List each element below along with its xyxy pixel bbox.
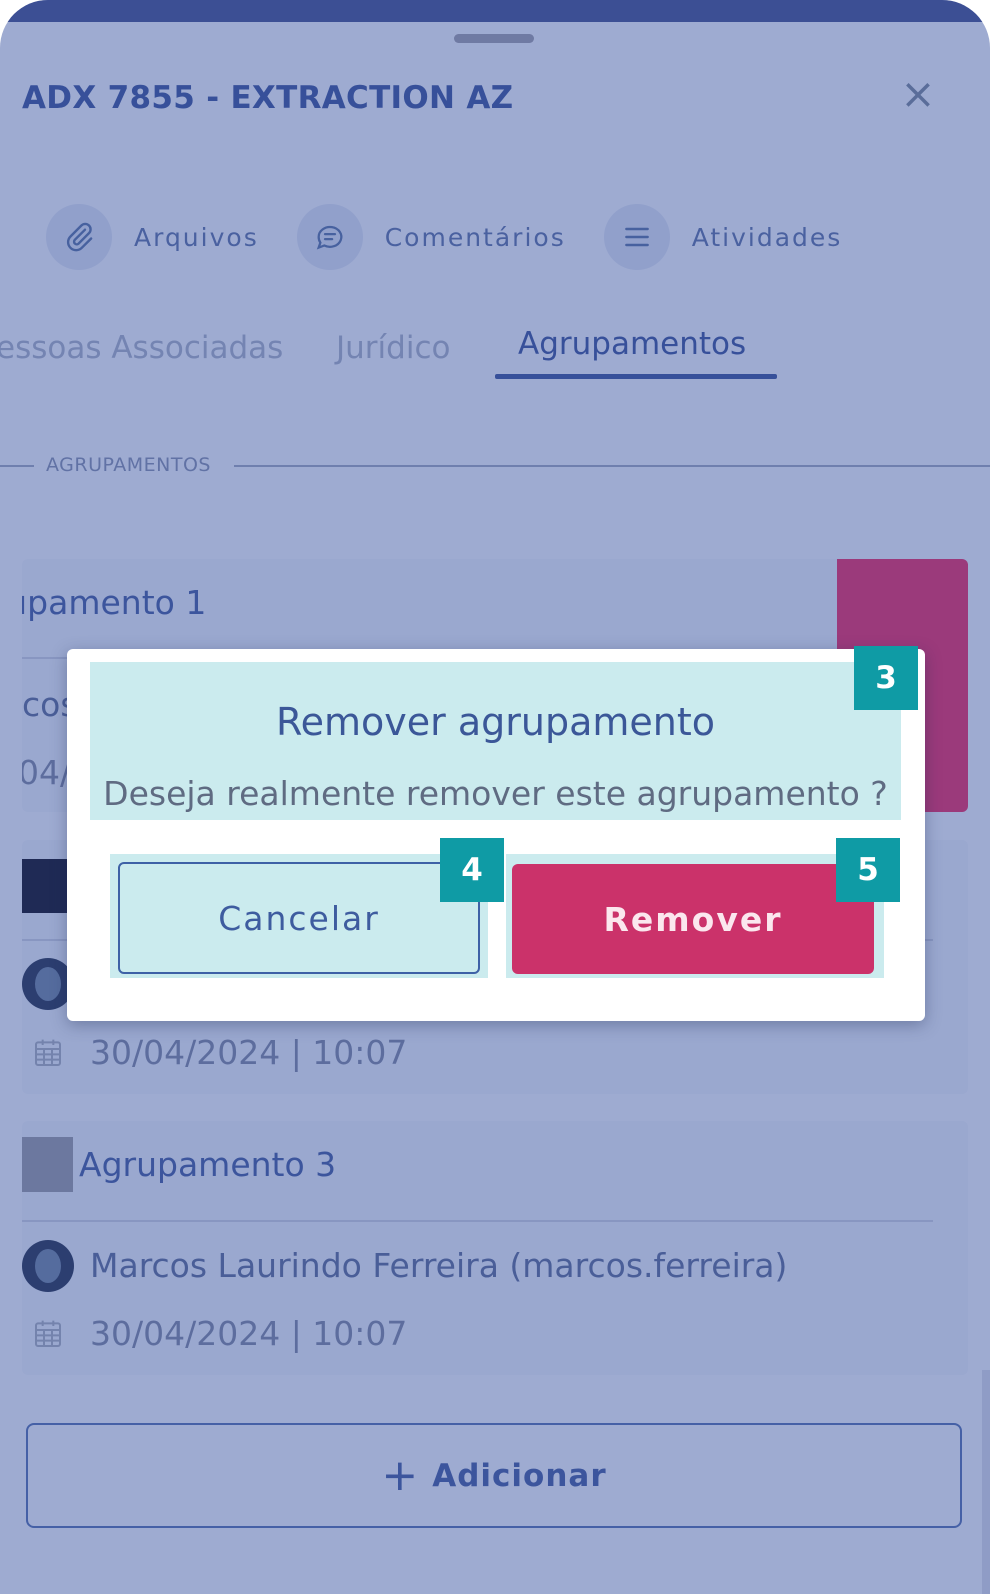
group-color-swatch [22,1137,73,1192]
list-icon [603,204,670,270]
annotation-badge: 4 [440,838,504,902]
attachments-label: Arquivos [134,222,259,252]
group-color-swatch [22,859,68,913]
calendar-icon [32,1037,64,1069]
dialog-message: Deseja realmente remover este agrupament… [103,774,888,813]
activities-button[interactable]: Atividades [603,204,843,270]
group-card[interactable]: Agrupamento 3 Marcos Laurindo Ferreira (… [22,1121,968,1375]
close-icon[interactable]: × [896,72,940,116]
activities-label: Atividades [691,222,843,252]
section-divider-right [234,465,990,467]
add-button-label: Adicionar [432,1457,607,1494]
group-date: 30/04/2024 | 10:07 [90,1314,408,1353]
group-date: 30/04/2024 | 10:07 [90,1033,408,1072]
add-group-button[interactable]: + Adicionar [26,1423,962,1528]
calendar-icon [32,1318,64,1350]
paperclip-icon [46,204,112,270]
section-title: AGRUPAMENTOS [46,454,211,476]
group-name: ıpamento 1 [22,583,207,622]
dialog-title: Remover agrupamento [275,700,716,744]
comment-icon [296,204,363,270]
comments-button[interactable]: Comentários [296,204,566,270]
card-divider [22,1220,933,1222]
plus-icon: + [381,1449,419,1501]
remove-button-wrapper: Remover [506,854,884,978]
section-divider-left [0,465,34,467]
cancel-button-wrapper: Cancelar [110,854,488,978]
scrollbar[interactable] [982,1370,990,1594]
sheet-top-band [0,0,990,22]
section-header: AGRUPAMENTOS [0,452,990,478]
dialog-header: Remover agrupamento Deseja realmente rem… [90,662,901,820]
page-title: ADX 7855 - EXTRACTION AZ [22,80,514,116]
annotation-badge: 5 [836,838,900,902]
avatar [22,1240,74,1292]
tab-bar: essoas Associadas Jurídico Agrupamentos [0,326,990,390]
tab-pessoas-associadas[interactable]: essoas Associadas [0,330,283,366]
drag-handle[interactable] [454,34,534,43]
group-user: Marcos Laurindo Ferreira (marcos.ferreir… [90,1246,788,1285]
annotation-badge: 3 [854,646,918,710]
comments-label: Comentários [384,222,566,252]
active-tab-indicator [495,374,777,379]
group-date: 04/ [22,753,72,792]
tab-agrupamentos[interactable]: Agrupamentos [518,326,746,362]
group-name: Agrupamento 3 [79,1145,337,1184]
tab-juridico[interactable]: Jurídico [336,330,450,366]
attachments-button[interactable]: Arquivos [46,204,259,270]
confirm-remove-dialog: Remover agrupamento Deseja realmente rem… [67,646,925,1021]
action-bar: Arquivos Comentários Atividades [46,204,880,270]
cancel-button[interactable]: Cancelar [118,862,480,974]
remove-button[interactable]: Remover [512,864,874,974]
